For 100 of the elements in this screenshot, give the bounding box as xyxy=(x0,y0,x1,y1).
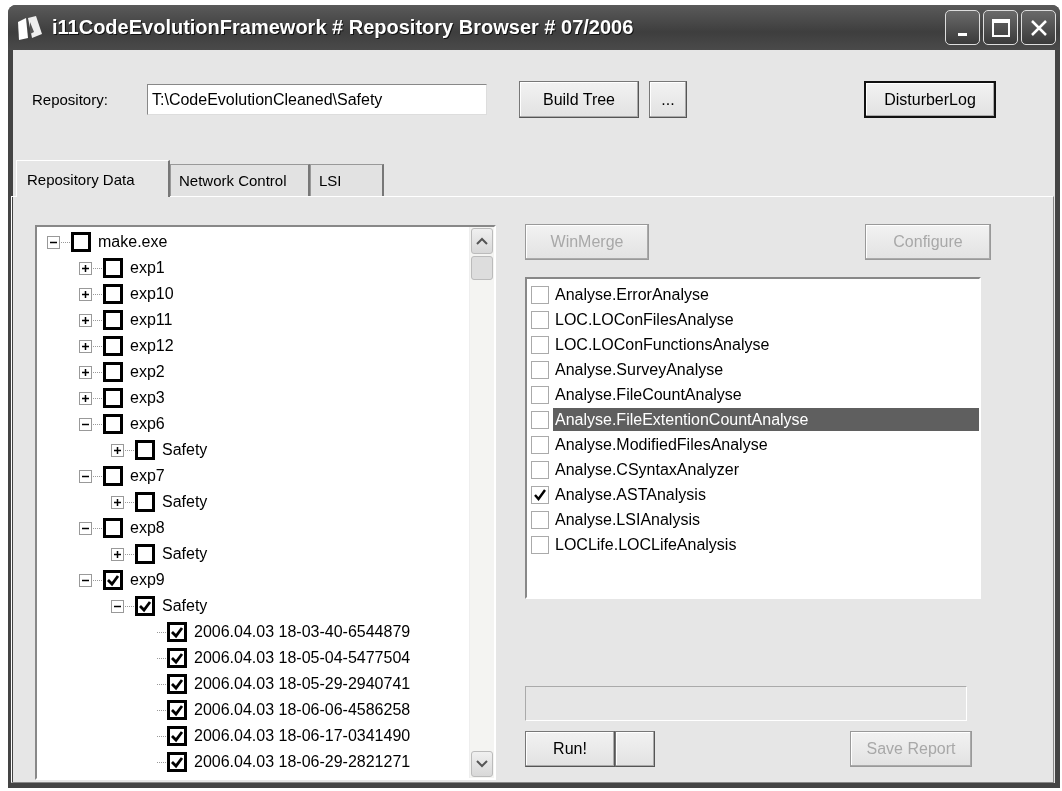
tree-node-label[interactable]: 2006.04.03 18-05-04-5477504 xyxy=(194,649,411,667)
analysis-checkbox[interactable] xyxy=(531,535,549,554)
tree-checkbox[interactable] xyxy=(167,674,187,694)
analysis-checkbox[interactable] xyxy=(531,485,549,504)
analysis-checkbox[interactable] xyxy=(531,435,549,454)
tree-checkbox[interactable] xyxy=(135,492,155,512)
analysis-checkbox[interactable] xyxy=(531,510,549,529)
collapse-icon[interactable] xyxy=(79,573,92,587)
tree-checkbox[interactable] xyxy=(103,570,123,590)
tree-node-label[interactable]: exp3 xyxy=(130,389,165,407)
collapse-icon[interactable] xyxy=(79,469,92,483)
tree-node-label[interactable]: 2006.04.03 18-03-40-6544879 xyxy=(194,623,411,641)
tree-node-label[interactable]: exp2 xyxy=(130,363,165,381)
analysis-item[interactable]: Analyse.ErrorAnalyse xyxy=(553,283,979,306)
tree-node-label[interactable]: exp10 xyxy=(130,285,174,303)
tree-checkbox[interactable] xyxy=(103,310,123,330)
expand-icon[interactable] xyxy=(111,443,124,457)
tab[interactable]: Network Control xyxy=(170,164,310,196)
analysis-item[interactable]: Analyse.LSIAnalysis xyxy=(553,508,979,531)
expand-icon[interactable] xyxy=(79,391,92,405)
tree-node-label[interactable]: exp6 xyxy=(130,415,165,433)
analysis-item[interactable]: Analyse.SurveyAnalyse xyxy=(553,358,979,381)
analysis-item[interactable]: LOCLife.LOCLifeAnalysis xyxy=(553,533,979,556)
tree-node-label[interactable]: Safety xyxy=(162,493,208,511)
tree-checkbox[interactable] xyxy=(71,232,91,252)
tree-node-label[interactable]: exp7 xyxy=(130,467,165,485)
tree-checkbox[interactable] xyxy=(167,648,187,668)
repository-label: Repository: xyxy=(32,91,109,108)
tree-checkbox[interactable] xyxy=(103,284,123,304)
analysis-checkbox[interactable] xyxy=(531,460,549,479)
tree-checkbox[interactable] xyxy=(103,388,123,408)
collapse-icon[interactable] xyxy=(79,417,92,431)
collapse-icon[interactable] xyxy=(79,521,92,535)
tree-checkbox[interactable] xyxy=(135,440,155,460)
minimize-icon xyxy=(958,33,967,36)
tree-node-label[interactable]: 2006.04.03 18-06-29-2821271 xyxy=(194,753,411,771)
analysis-item[interactable]: Analyse.ASTAnalysis xyxy=(553,483,979,506)
tree-checkbox[interactable] xyxy=(103,362,123,382)
chevron-down-icon xyxy=(476,760,488,768)
tree-node-label[interactable]: Safety xyxy=(162,597,208,615)
disturber-log-button[interactable]: DisturberLog xyxy=(864,81,996,118)
close-button[interactable] xyxy=(1021,10,1056,45)
analysis-checkbox[interactable] xyxy=(531,335,549,354)
tree-node-label[interactable]: 2006.04.03 18-06-06-4586258 xyxy=(194,701,411,719)
analysis-item[interactable]: LOC.LOConFilesAnalyse xyxy=(553,308,979,331)
tree-checkbox[interactable] xyxy=(103,466,123,486)
expand-icon[interactable] xyxy=(79,313,92,327)
analysis-item[interactable]: Analyse.ModifiedFilesAnalyse xyxy=(553,433,979,456)
tree-checkbox[interactable] xyxy=(103,258,123,278)
tree-node-label[interactable]: Safety xyxy=(162,545,208,563)
analysis-checkbox[interactable] xyxy=(531,385,549,404)
scrollbar-thumb[interactable] xyxy=(471,256,493,280)
collapse-icon[interactable] xyxy=(47,235,60,249)
tree-checkbox[interactable] xyxy=(103,518,123,538)
browse-button[interactable]: ... xyxy=(649,81,687,118)
analysis-checkbox[interactable] xyxy=(531,285,549,304)
tree-checkbox[interactable] xyxy=(167,752,187,772)
tab[interactable]: LSI xyxy=(310,164,384,196)
scroll-down-button[interactable] xyxy=(471,751,493,777)
tree-checkbox[interactable] xyxy=(167,700,187,720)
tree-checkbox[interactable] xyxy=(167,622,187,642)
analysis-checkbox[interactable] xyxy=(531,410,549,429)
analysis-checkbox[interactable] xyxy=(531,360,549,379)
tree-checkbox[interactable] xyxy=(135,544,155,564)
tree-checkbox[interactable] xyxy=(103,414,123,434)
app-icon xyxy=(16,13,44,42)
tree-node-label[interactable]: Safety xyxy=(162,441,208,459)
analysis-item[interactable]: Analyse.FileExtentionCountAnalyse xyxy=(553,408,979,431)
tree-node-label[interactable]: exp8 xyxy=(130,519,165,537)
scrollbar-track[interactable] xyxy=(469,227,494,778)
scroll-up-button[interactable] xyxy=(471,228,493,254)
expand-icon[interactable] xyxy=(111,547,124,561)
tree-node-label[interactable]: 2006.04.03 18-06-17-0341490 xyxy=(194,727,411,745)
analysis-checkbox[interactable] xyxy=(531,310,549,329)
tab[interactable]: Repository Data xyxy=(16,160,170,197)
tree-node-label[interactable]: make.exe xyxy=(98,233,168,251)
blank-button[interactable] xyxy=(615,731,655,767)
tree-node-label[interactable]: exp1 xyxy=(130,259,165,277)
tree-checkbox[interactable] xyxy=(103,336,123,356)
tree-node-label[interactable]: exp9 xyxy=(130,571,165,589)
analysis-item[interactable]: Analyse.CSyntaxAnalyzer xyxy=(553,458,979,481)
expand-icon[interactable] xyxy=(79,365,92,379)
maximize-icon xyxy=(990,17,1011,38)
tree-node-label[interactable]: 2006.04.03 18-05-29-2940741 xyxy=(194,675,411,693)
tree-checkbox[interactable] xyxy=(135,596,155,616)
minimize-button[interactable] xyxy=(945,10,980,45)
analysis-item[interactable]: Analyse.FileCountAnalyse xyxy=(553,383,979,406)
expand-icon[interactable] xyxy=(111,495,124,509)
maximize-button[interactable] xyxy=(983,10,1018,45)
run-button[interactable]: Run! xyxy=(525,731,615,767)
analysis-item[interactable]: LOC.LOConFunctionsAnalyse xyxy=(553,333,979,356)
tree-node-label[interactable]: exp12 xyxy=(130,337,174,355)
expand-icon[interactable] xyxy=(79,261,92,275)
tree-node-label[interactable]: exp11 xyxy=(130,311,173,329)
build-tree-button[interactable]: Build Tree xyxy=(519,81,639,118)
tree-checkbox[interactable] xyxy=(167,726,187,746)
repository-path-field[interactable]: T:\CodeEvolutionCleaned\Safety xyxy=(147,84,487,115)
collapse-icon[interactable] xyxy=(111,599,124,613)
expand-icon[interactable] xyxy=(79,339,92,353)
expand-icon[interactable] xyxy=(79,287,92,301)
